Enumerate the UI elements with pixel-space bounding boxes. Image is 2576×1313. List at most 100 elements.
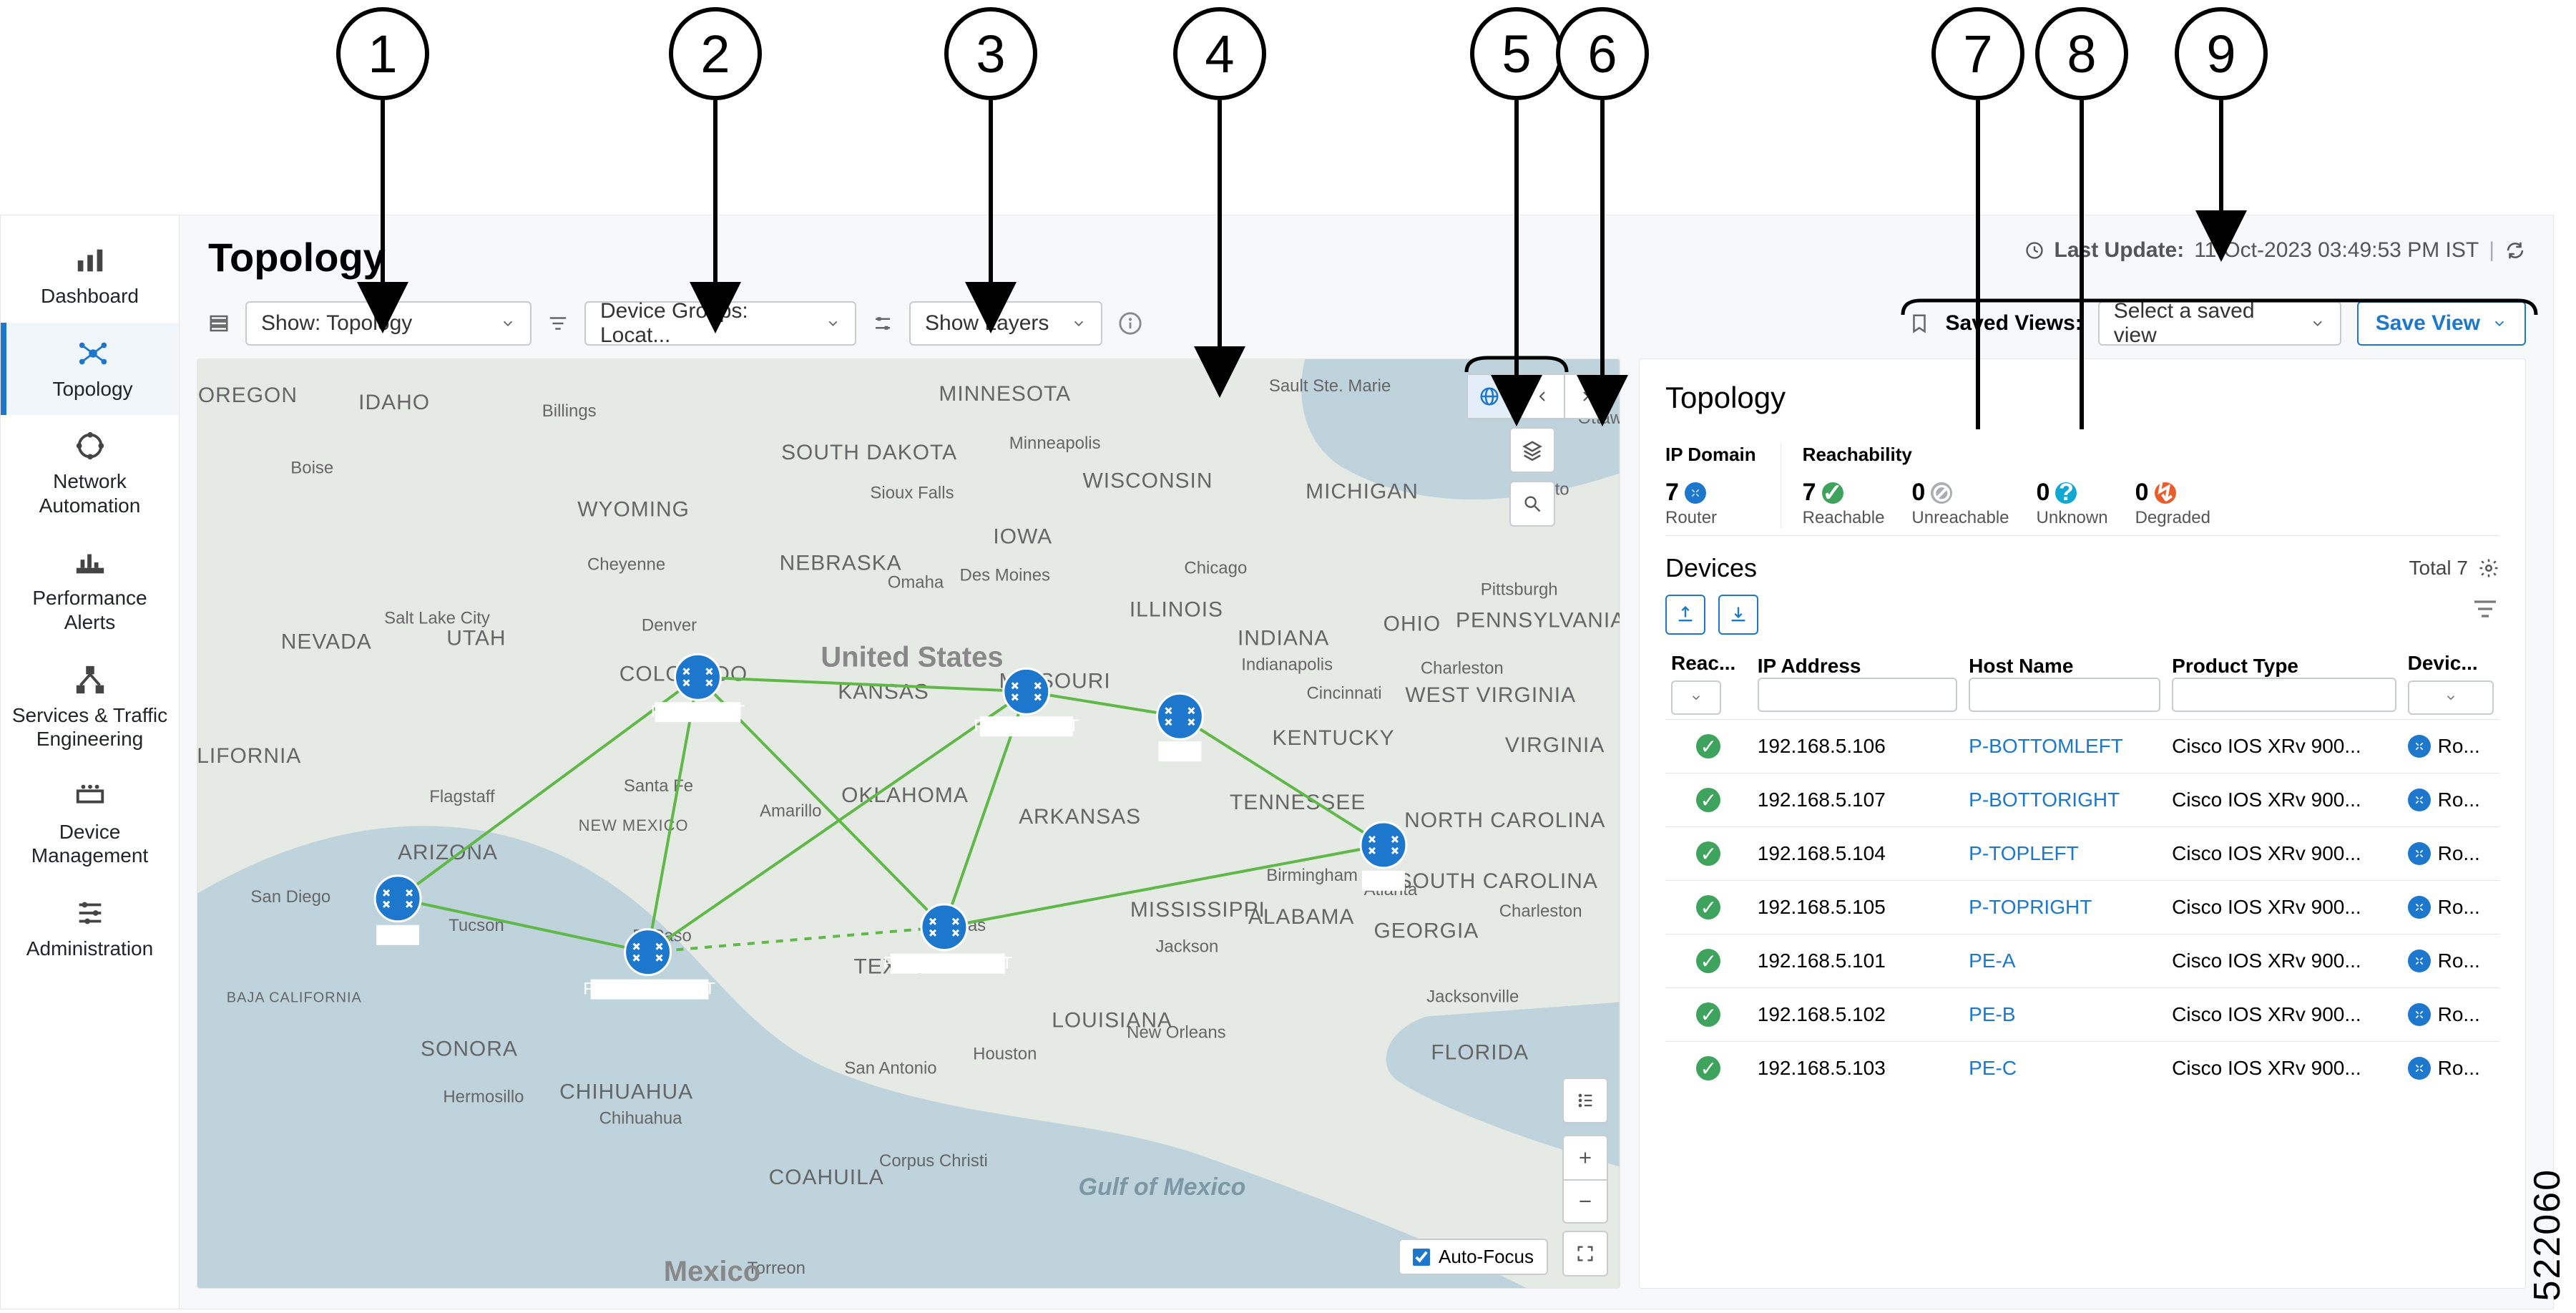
show-selector[interactable]: Show: Topology	[245, 301, 532, 346]
refresh-icon[interactable]	[2504, 240, 2526, 261]
info-icon[interactable]	[1118, 311, 1142, 336]
table-row[interactable]: ✓192.168.5.102PE-BCisco IOS XRv 900...Ro…	[1665, 988, 2499, 1042]
show-layers-selector[interactable]: Show Layers	[909, 301, 1102, 346]
sidebar-item-administration[interactable]: Administration	[1, 882, 179, 975]
table-row[interactable]: ✓192.168.5.106P-BOTTOMLEFTCisco IOS XRv …	[1665, 720, 2499, 773]
device-filter-select[interactable]	[2408, 680, 2494, 715]
cell-host[interactable]: PE-B	[1963, 988, 2166, 1042]
bookmark-icon[interactable]	[1909, 313, 1930, 334]
cell-product: Cisco IOS XRv 900...	[2166, 934, 2401, 988]
ip-domain-label: IP Domain	[1665, 444, 1756, 466]
zoom-out-button[interactable]	[1564, 1179, 1607, 1222]
svg-text:Pittsburgh: Pittsburgh	[1481, 580, 1558, 599]
cell-device: Ro...	[2402, 881, 2499, 934]
cell-product: Cisco IOS XRv 900...	[2166, 827, 2401, 881]
save-view-button[interactable]: Save View	[2357, 301, 2526, 346]
check-icon: ✓	[1696, 841, 1720, 866]
svg-text:Santa Fe: Santa Fe	[624, 776, 693, 796]
reach-filter-select[interactable]	[1671, 680, 1721, 715]
globe-view-button[interactable]	[1468, 375, 1511, 418]
summary-router: 7 Router	[1665, 479, 1717, 528]
table-row[interactable]: ✓192.168.5.107P-BOTTORIGHTCisco IOS XRv …	[1665, 773, 2499, 827]
table-row[interactable]: ✓192.168.5.101PE-ACisco IOS XRv 900...Ro…	[1665, 934, 2499, 988]
table-row[interactable]: ✓192.168.5.104P-TOPLEFTCisco IOS XRv 900…	[1665, 827, 2499, 881]
cell-reach: ✓	[1665, 881, 1752, 934]
summary-unknown: 0? Unknown	[2037, 479, 2108, 528]
col-device[interactable]: Devic...	[2402, 645, 2499, 720]
svg-text:BAJA CALIFORNIA: BAJA CALIFORNIA	[227, 990, 362, 1006]
node-pe-c[interactable]: PE-C	[1361, 822, 1406, 891]
sidebar-item-device-management[interactable]: Device Management	[1, 766, 179, 882]
col-host[interactable]: Host Name	[1963, 645, 2166, 720]
cell-host[interactable]: P-TOPRIGHT	[1963, 881, 2166, 934]
list-view-icon[interactable]	[208, 313, 230, 334]
question-icon: ?	[2055, 482, 2077, 504]
cell-host[interactable]: PE-C	[1963, 1042, 2166, 1095]
app-frame: Dashboard Topology Network Automation Pe…	[0, 215, 2554, 1309]
layers-button[interactable]	[1511, 429, 1554, 472]
summary-reachable: 7✓ Reachable	[1803, 479, 1885, 528]
zoom-in-button[interactable]	[1564, 1136, 1607, 1179]
callout-9: 9	[2175, 7, 2268, 100]
node-pe-a[interactable]: PE-A	[375, 876, 421, 945]
auto-focus-checkbox[interactable]	[1413, 1249, 1430, 1266]
svg-text:Gulf of Mexico: Gulf of Mexico	[1079, 1173, 1246, 1201]
chevron-right-button[interactable]	[1564, 375, 1607, 418]
table-row[interactable]: ✓192.168.5.105P-TOPRIGHTCisco IOS XRv 90…	[1665, 881, 2499, 934]
device-groups-selector[interactable]: Device Groups: Locat...	[584, 301, 856, 346]
cell-reach: ✓	[1665, 988, 1752, 1042]
map-search-button[interactable]	[1511, 482, 1554, 525]
col-ip[interactable]: IP Address	[1752, 645, 1963, 720]
sliders-icon[interactable]	[872, 313, 893, 334]
sidebar-label: Device Management	[5, 820, 175, 868]
saved-view-selector[interactable]: Select a saved view	[2098, 301, 2341, 346]
fit-to-screen-button[interactable]	[1564, 1232, 1607, 1275]
check-icon: ✓	[1696, 734, 1720, 758]
device-management-icon	[74, 780, 107, 813]
cell-host[interactable]: P-BOTTORIGHT	[1963, 773, 2166, 827]
svg-text:MICHIGAN: MICHIGAN	[1306, 480, 1419, 504]
svg-text:United States: United States	[821, 641, 1003, 673]
filter-bars-icon[interactable]	[547, 313, 569, 334]
sidebar-item-performance-alerts[interactable]: Performance Alerts	[1, 532, 179, 648]
col-reachability[interactable]: Reac...	[1665, 645, 1752, 720]
table-row[interactable]: ✓192.168.5.103PE-CCisco IOS XRv 900...Ro…	[1665, 1042, 2499, 1095]
gear-icon[interactable]	[2478, 557, 2499, 579]
legend-button-wrap	[1562, 1078, 1608, 1123]
import-button[interactable]	[1718, 595, 1758, 635]
sidebar-item-services-traffic[interactable]: Services & Traffic Engineering	[1, 649, 179, 766]
cell-reach: ✓	[1665, 1042, 1752, 1095]
col-product[interactable]: Product Type	[2166, 645, 2401, 720]
cell-host[interactable]: P-BOTTOMLEFT	[1963, 720, 2166, 773]
sidebar-item-topology[interactable]: Topology	[1, 323, 179, 416]
chevron-left-button[interactable]	[1521, 375, 1564, 418]
clock-icon	[2024, 240, 2044, 260]
sidebar-item-network-automation[interactable]: Network Automation	[1, 415, 179, 532]
ip-filter-input[interactable]	[1758, 678, 1957, 712]
svg-text:SONORA: SONORA	[421, 1038, 518, 1061]
filter-icon[interactable]	[2471, 595, 2499, 623]
cell-host[interactable]: P-TOPLEFT	[1963, 827, 2166, 881]
sidebar-label: Administration	[26, 937, 153, 961]
sidebar-item-dashboard[interactable]: Dashboard	[1, 230, 179, 323]
cell-device: Ro...	[2402, 934, 2499, 988]
check-icon: ✓	[1822, 482, 1843, 504]
map-canvas[interactable]: Location MINNESOTA WISCONSIN MICHIGAN SO…	[197, 358, 1620, 1289]
saved-view-placeholder: Select a saved view	[2114, 299, 2299, 348]
svg-text:WYOMING: WYOMING	[577, 498, 690, 522]
export-button[interactable]	[1665, 595, 1705, 635]
saved-views-label: Saved Views:	[1946, 311, 2082, 336]
devices-heading: Devices	[1665, 553, 1757, 583]
main-area: Topology Last Update: 11-Oct-2023 03:49:…	[180, 215, 2555, 1309]
svg-text:UTAH: UTAH	[446, 626, 506, 650]
product-filter-input[interactable]	[2172, 678, 2396, 712]
cell-host[interactable]: PE-A	[1963, 934, 2166, 988]
host-filter-input[interactable]	[1969, 678, 2160, 712]
auto-focus-toggle[interactable]: Auto-Focus	[1399, 1239, 1548, 1275]
degraded-count: 0	[2135, 479, 2149, 507]
svg-text:SOUTH CAROLINA: SOUTH CAROLINA	[1398, 869, 1598, 893]
callout-4: 4	[1173, 7, 1266, 100]
node-pe-b[interactable]: PE-B	[1157, 693, 1203, 761]
legend-button[interactable]	[1564, 1079, 1607, 1122]
map-svg: MINNESOTA WISCONSIN MICHIGAN SOUTH DAKOT…	[197, 359, 1620, 1288]
